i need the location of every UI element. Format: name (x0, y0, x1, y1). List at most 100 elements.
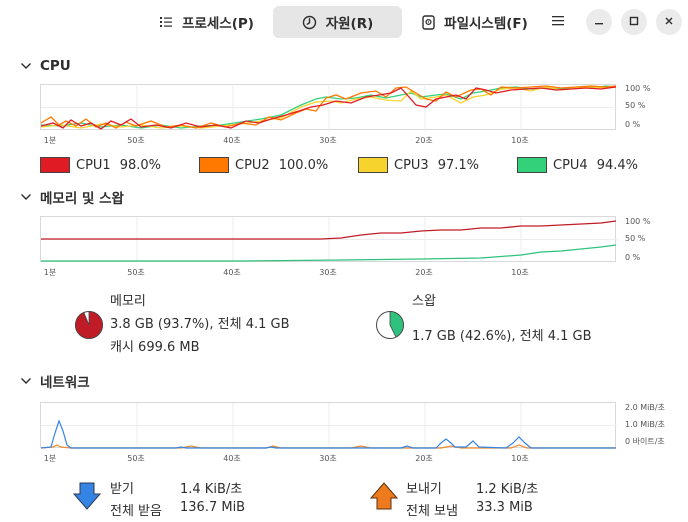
net-xtick: 40초 (223, 454, 241, 463)
maximize-button[interactable] (621, 9, 647, 35)
memory-pie[interactable] (74, 310, 104, 344)
tab-filesystems[interactable]: 파일시스템(F) (410, 6, 538, 38)
net-xtick: 1분 (43, 454, 57, 463)
cpu-xtick: 20초 (415, 136, 433, 145)
network-graph-svg (41, 403, 617, 449)
memory-x-axis: 1분 50초 40초 30초 20초 10초 (40, 267, 616, 279)
mem-xtick: 40초 (223, 268, 241, 277)
net-ytick-0: 0 바이트/초 (625, 437, 665, 446)
cpu4-value: 94.4% (596, 157, 639, 173)
cpu-xtick: 50초 (127, 136, 145, 145)
header-bar: 프로세스(P) 자원(R) 파일시스템(F) (0, 0, 688, 44)
memory-graph (40, 216, 617, 263)
receive-label: 받기 (110, 482, 134, 497)
network-x-axis: 1분 50초 40초 30초 20초 10초 (40, 453, 616, 465)
cpu1-color-swatch[interactable] (40, 157, 70, 173)
chevron-down-icon (20, 62, 34, 70)
swap-usage: 1.7 GB (42.6%), 전체 4.1 GB (412, 329, 592, 344)
close-button[interactable] (656, 9, 682, 35)
mem-ytick-0: 0 % (625, 253, 641, 262)
net-xtick: 50초 (127, 454, 145, 463)
memory-usage: 3.8 GB (93.7%), 전체 4.1 GB (110, 317, 290, 332)
cpu2-value: 100.0% (278, 157, 329, 173)
cpu-xtick: 40초 (223, 136, 241, 145)
net-xtick: 30초 (319, 454, 337, 463)
receive-rate: 1.4 KiB/초 (180, 482, 243, 497)
cpu-title: CPU (40, 58, 71, 74)
memory-title: 메모리 및 스왑 (40, 191, 124, 207)
mem-ytick-100: 100 % (625, 217, 651, 226)
tab-resources[interactable]: 자원(R) (273, 6, 402, 38)
menu-button[interactable] (545, 9, 571, 35)
minimize-icon (594, 15, 604, 30)
net-xtick: 20초 (415, 454, 433, 463)
send-rate: 1.2 KiB/초 (476, 482, 539, 497)
net-ytick-2mib: 2.0 MiB/초 (625, 403, 665, 412)
send-total: 33.3 MiB (476, 500, 533, 515)
mem-xtick: 50초 (127, 268, 145, 277)
mem-ytick-50: 50 % (625, 234, 646, 243)
memory-info: 메모리 3.8 GB (93.7%), 전체 4.1 GB 캐시 699.6 M… (110, 290, 290, 359)
cpu3-color-swatch[interactable] (358, 157, 388, 173)
tab-processes[interactable]: 프로세스(P) (148, 6, 264, 38)
network-section-header[interactable]: 네트워크 (20, 372, 90, 391)
memory-cache: 캐시 699.6 MB (110, 340, 200, 355)
receive-color-button[interactable] (72, 481, 102, 515)
cpu-x-axis: 1분 50초 40초 30초 20초 10초 (40, 135, 616, 147)
legend-cpu1[interactable]: CPU1 98.0% (40, 157, 161, 173)
list-icon (158, 14, 174, 30)
menu-icon (552, 15, 564, 30)
legend-cpu2[interactable]: CPU2 100.0% (199, 157, 328, 173)
legend-cpu3[interactable]: CPU3 97.1% (358, 157, 479, 173)
cpu-ytick-50: 50 % (625, 101, 646, 110)
tab-filesystems-label: 파일시스템(F) (444, 16, 528, 32)
cpu2-color-swatch[interactable] (199, 157, 229, 173)
net-xtick: 10초 (511, 454, 529, 463)
cpu3-name: CPU3 (394, 157, 429, 173)
send-color-button[interactable] (369, 481, 399, 515)
clock-icon (302, 14, 318, 30)
chevron-down-icon (20, 377, 34, 385)
tab-resources-label: 자원(R) (325, 16, 374, 32)
receive-total-label: 전체 받음 (110, 504, 162, 519)
mem-xtick: 1분 (43, 268, 57, 277)
send-total-label: 전체 보냄 (406, 504, 458, 519)
mem-xtick: 20초 (415, 268, 433, 277)
close-icon (664, 15, 674, 30)
memory-graph-svg (41, 217, 617, 263)
cpu1-value: 98.0% (119, 157, 162, 173)
arrow-up-icon (369, 482, 399, 515)
cpu-section-header[interactable]: CPU (20, 57, 71, 75)
network-title: 네트워크 (40, 375, 90, 391)
arrow-down-icon (72, 482, 102, 515)
send-total-row: 전체 보냄 33.3 MiB (406, 500, 533, 519)
maximize-icon (629, 15, 639, 30)
receive-rate-row: 받기 1.4 KiB/초 (110, 478, 242, 497)
mem-xtick: 10초 (511, 268, 529, 277)
legend-cpu4[interactable]: CPU4 94.4% (517, 157, 638, 173)
memory-section-header[interactable]: 메모리 및 스왑 (20, 188, 124, 207)
cpu-graph (40, 84, 617, 131)
cpu1-name: CPU1 (76, 157, 111, 173)
cpu-xtick: 30초 (319, 136, 337, 145)
receive-total: 136.7 MiB (180, 500, 246, 515)
cpu4-color-swatch[interactable] (517, 157, 547, 173)
send-label: 보내기 (406, 482, 442, 497)
cpu-xtick: 1분 (43, 136, 57, 145)
cpu3-value: 97.1% (437, 157, 480, 173)
memory-label: 메모리 (110, 294, 146, 309)
swap-info: 스왑 1.7 GB (42.6%), 전체 4.1 GB (412, 290, 592, 348)
network-graph (40, 402, 617, 449)
tab-processes-label: 프로세스(P) (182, 16, 254, 32)
swap-label: 스왑 (412, 294, 436, 309)
swap-pie[interactable] (375, 310, 405, 344)
cpu-ytick-0: 0 % (625, 120, 641, 129)
cpu4-name: CPU4 (553, 157, 588, 173)
disk-icon (420, 14, 436, 30)
minimize-button[interactable] (586, 9, 612, 35)
cpu-ytick-100: 100 % (625, 84, 651, 93)
cpu-graph-svg (41, 85, 617, 131)
net-ytick-1mib: 1.0 MiB/초 (625, 420, 665, 429)
receive-total-row: 전체 받음 136.7 MiB (110, 500, 245, 519)
chevron-down-icon (20, 193, 34, 201)
